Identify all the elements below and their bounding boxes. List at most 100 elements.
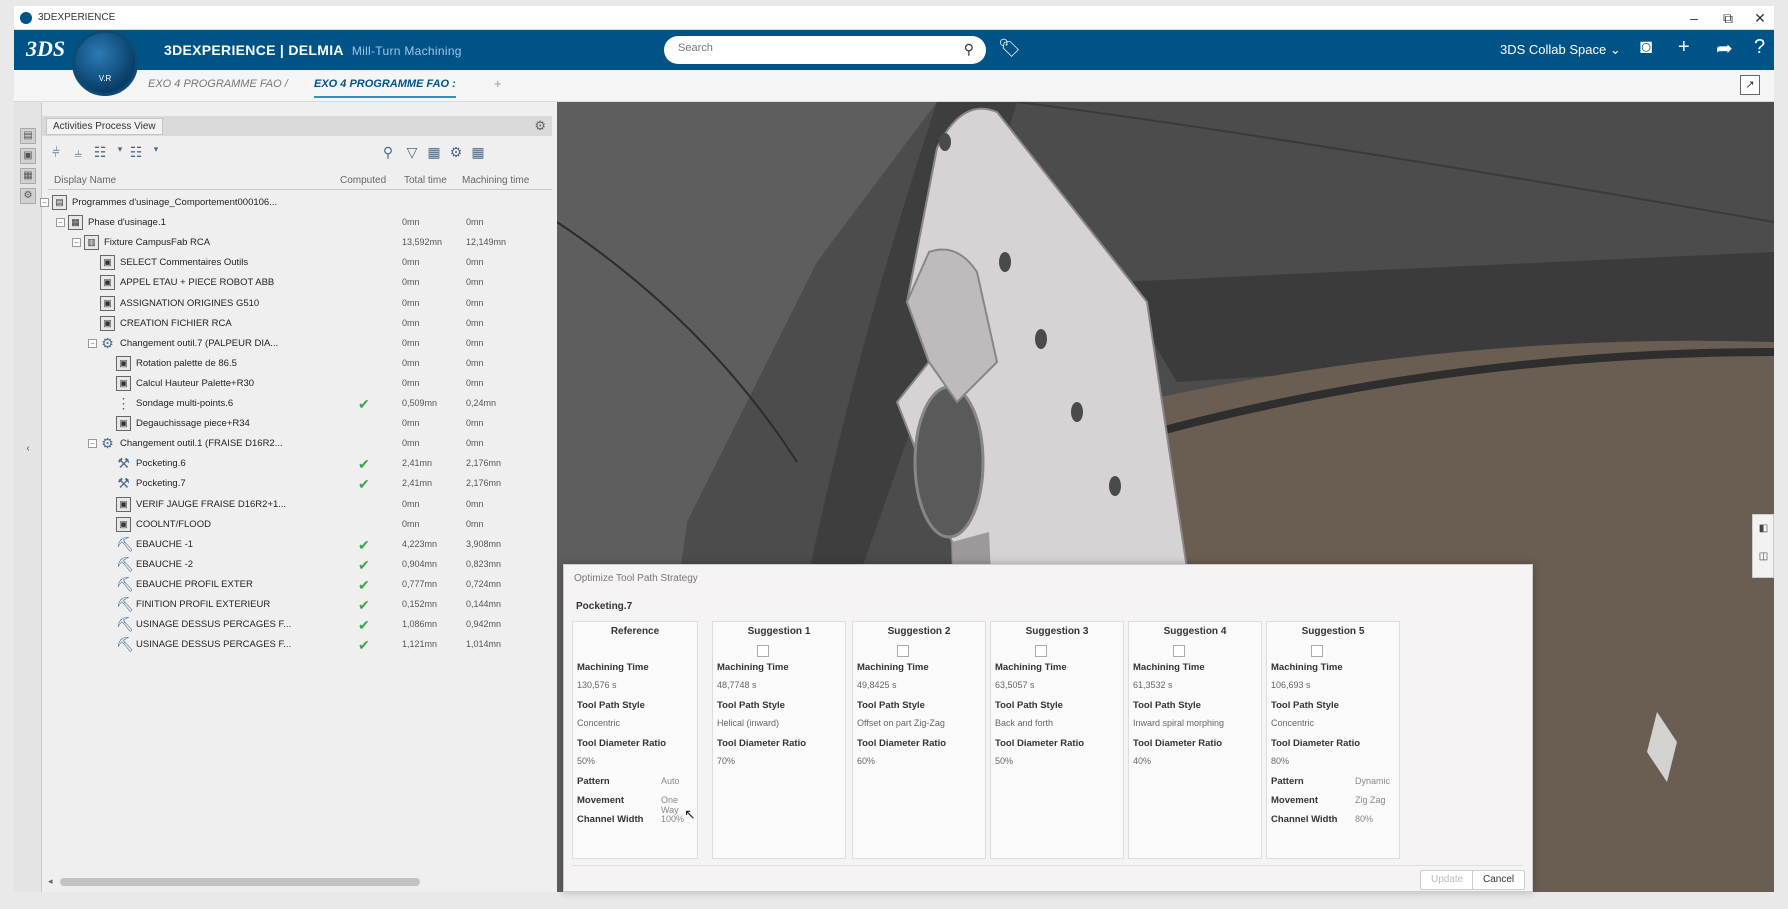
tag-icon[interactable]: 🏷 bbox=[998, 38, 1021, 59]
nc-macro-icon: ▣ bbox=[100, 315, 115, 331]
drilling-icon: ⛏ bbox=[116, 636, 134, 653]
movement-label: Movement bbox=[1271, 795, 1318, 806]
ds-logo-icon[interactable]: 3DS bbox=[26, 36, 65, 62]
collapse-node-icon[interactable]: − bbox=[88, 439, 97, 449]
scrollbar-thumb[interactable] bbox=[60, 878, 420, 886]
tree-row[interactable]: ⛏ USINAGE DESSUS PERCAGES F... ✔ 1,121mn 1,0… bbox=[48, 634, 552, 657]
add-icon[interactable]: + bbox=[1678, 36, 1690, 59]
help-icon[interactable]: ? bbox=[1754, 36, 1765, 59]
tree-options-icon[interactable]: ☷ bbox=[90, 144, 110, 164]
select-suggestion-checkbox[interactable] bbox=[757, 645, 769, 657]
tab-exo4-2[interactable]: EXO 4 PROGRAMME FAO : bbox=[314, 78, 456, 98]
section-view-icon[interactable]: ◧ bbox=[1756, 523, 1771, 538]
chevron-down-icon[interactable]: ▾ bbox=[146, 144, 166, 164]
tree-row-machining-time: 0mn bbox=[466, 257, 484, 268]
layer-icon[interactable]: ▦ bbox=[20, 168, 36, 184]
user-profile-icon[interactable]: ◙ bbox=[1640, 36, 1652, 59]
mouse-cursor-icon: ↖ bbox=[684, 806, 696, 822]
search-input[interactable] bbox=[678, 42, 948, 54]
measure-icon[interactable]: ◫ bbox=[1756, 551, 1771, 566]
column-total-time[interactable]: Total time bbox=[404, 175, 447, 186]
channel-width-value: 100% bbox=[661, 814, 685, 824]
tree-expand-icon[interactable]: ⫩ bbox=[46, 144, 66, 164]
tree-row-name: Degauchissage piece+R34 bbox=[136, 418, 250, 430]
collab-space-selector[interactable]: 3DS Collab Space ⌄ bbox=[1500, 42, 1621, 58]
suggestion-column: Suggestion 2 Machining Time 49,8425 s Tool … bbox=[852, 621, 986, 859]
search-box[interactable]: ⚲ bbox=[664, 36, 986, 64]
columns-icon[interactable]: ▦ bbox=[424, 144, 444, 164]
column-header: Reference bbox=[610, 626, 660, 637]
column-header: Suggestion 5 bbox=[1301, 626, 1365, 637]
tree-filter-icon[interactable]: ☷ bbox=[126, 144, 146, 164]
pattern-value: Dynamic bbox=[1355, 776, 1391, 786]
filter-mode-icon[interactable]: ▣ bbox=[20, 148, 36, 164]
tree-row-name: USINAGE DESSUS PERCAGES F... bbox=[136, 619, 292, 631]
tree-structure-icon[interactable]: ⫨ bbox=[68, 144, 88, 164]
tree-row-machining-time: 2,176mn bbox=[466, 458, 502, 469]
table-icon[interactable]: ▦ bbox=[468, 144, 488, 164]
maximize-view-icon[interactable]: ↗ bbox=[1740, 75, 1760, 95]
close-button[interactable]: ✕ bbox=[1746, 8, 1774, 28]
tree-column-headers: Display Name Computed Total time Machini… bbox=[48, 172, 552, 190]
nc-macro-icon: ▣ bbox=[100, 295, 115, 311]
column-display-name[interactable]: Display Name bbox=[54, 175, 116, 186]
column-computed[interactable]: Computed bbox=[340, 175, 386, 186]
select-suggestion-checkbox[interactable] bbox=[897, 645, 909, 657]
search-icon[interactable]: ⚲ bbox=[378, 144, 398, 164]
search-icon[interactable]: ⚲ bbox=[964, 41, 974, 58]
channel-width-label: Channel Width bbox=[577, 814, 644, 825]
tree-row-total-time: 0mn bbox=[402, 377, 420, 388]
tree-row-machining-time: 0mn bbox=[466, 518, 484, 529]
tab-activities-process-view[interactable]: Activities Process View bbox=[46, 118, 163, 135]
new-tab-icon[interactable]: + bbox=[494, 76, 502, 91]
horizontal-scrollbar[interactable]: ◂ bbox=[48, 876, 552, 888]
tree-row-total-time: 0mn bbox=[402, 317, 420, 328]
compass-icon[interactable]: V.R bbox=[72, 30, 138, 96]
machining-time-value: 106,693 s bbox=[1271, 680, 1311, 690]
roughing-icon: ⛏ bbox=[116, 555, 134, 572]
collapse-node-icon[interactable]: − bbox=[88, 338, 97, 348]
update-button[interactable]: Update bbox=[1420, 870, 1475, 890]
scroll-left-icon[interactable]: ◂ bbox=[48, 876, 53, 887]
nc-macro-icon: ▣ bbox=[100, 275, 115, 291]
tree-row-name: Programmes d'usinage_Comportement000106.… bbox=[72, 197, 278, 208]
machining-time-value: 63,5057 s bbox=[995, 680, 1035, 690]
tree-row-total-time: 13,592mn bbox=[402, 237, 443, 248]
tree-row-total-time: 0mn bbox=[402, 337, 420, 348]
tree-row-total-time: 0,509mn bbox=[402, 398, 438, 408]
collapse-node-icon[interactable]: − bbox=[40, 198, 49, 207]
settings-icon[interactable]: ⚙ bbox=[446, 144, 466, 164]
collapse-node-icon[interactable]: − bbox=[56, 218, 65, 228]
tree-row-name: Phase d'usinage.1 bbox=[88, 217, 166, 229]
column-machining-time[interactable]: Machining time bbox=[462, 175, 529, 186]
machining-time-label: Machining Time bbox=[717, 662, 789, 673]
tree-row-name: COOLNT/FLOOD bbox=[136, 518, 211, 530]
3dexperience-app-icon bbox=[20, 12, 32, 24]
share-icon[interactable]: ➦ bbox=[1716, 36, 1733, 61]
collapse-panel-icon[interactable]: ‹ bbox=[20, 442, 36, 458]
computed-check-icon: ✔ bbox=[358, 476, 370, 493]
machining-time-label: Machining Time bbox=[1133, 662, 1205, 673]
select-suggestion-checkbox[interactable] bbox=[1035, 645, 1047, 657]
minimize-button[interactable]: – bbox=[1680, 8, 1708, 28]
tree-row-machining-time: 0mn bbox=[466, 438, 484, 449]
tree-row-machining-time: 0mn bbox=[466, 297, 484, 308]
cancel-button[interactable]: Cancel bbox=[1472, 870, 1526, 890]
panel-settings-icon[interactable]: ⚙ bbox=[534, 118, 546, 134]
tree-row-total-time: 1,086mn bbox=[402, 619, 438, 630]
tool-diameter-ratio-label: Tool Diameter Ratio bbox=[995, 738, 1085, 749]
restore-button[interactable]: ⧉ bbox=[1714, 8, 1742, 28]
select-suggestion-checkbox[interactable] bbox=[1311, 645, 1323, 657]
tree-row-machining-time: 0,823mn bbox=[466, 558, 502, 569]
tool-path-style-value: Back and forth bbox=[995, 718, 1054, 728]
manufacturing-icon[interactable]: ⚙ bbox=[20, 188, 36, 204]
tool-path-style-value: Concentric bbox=[577, 718, 621, 728]
collapse-node-icon[interactable]: − bbox=[72, 238, 81, 248]
select-suggestion-checkbox[interactable] bbox=[1173, 645, 1185, 657]
tab-exo4-1[interactable]: EXO 4 PROGRAMME FAO / bbox=[148, 78, 288, 90]
funnel-filter-icon[interactable]: ▽ bbox=[402, 144, 422, 164]
computed-check-icon: ✔ bbox=[358, 396, 370, 412]
left-toolbar-strip: ▤ ▣ ▦ ⚙ ‹ bbox=[14, 102, 42, 892]
view-mode-icon[interactable]: ▤ bbox=[20, 128, 36, 144]
window-titlebar: 3DEXPERIENCE – ⧉ ✕ bbox=[14, 6, 1774, 30]
